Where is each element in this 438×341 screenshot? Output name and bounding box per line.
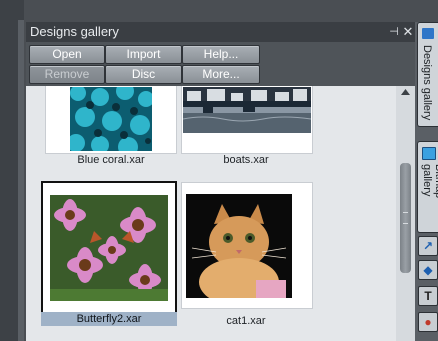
- more-button[interactable]: More...: [182, 65, 260, 84]
- gallery-item-butterfly2[interactable]: Butterfly2.xar: [39, 180, 179, 340]
- designs-gallery-icon: [422, 28, 434, 39]
- bitmap-gallery-icon: [422, 147, 436, 160]
- gallery-item-cat1[interactable]: cat1.xar: [179, 180, 319, 340]
- blend-tool-icon[interactable]: ↗: [418, 236, 438, 256]
- scroll-grip: [403, 212, 408, 224]
- thumbnail-frame: [181, 182, 313, 309]
- help-button[interactable]: Help...: [182, 45, 260, 64]
- item-caption: cat1.xar: [226, 315, 266, 327]
- gallery-item-boats[interactable]: boats.xar: [179, 86, 319, 170]
- butterfly-thumbnail: [50, 195, 168, 301]
- pin-icon[interactable]: ⊣: [388, 22, 400, 42]
- scroll-up-arrow-icon[interactable]: [400, 88, 411, 96]
- item-caption-selected: Butterfly2.xar: [41, 312, 177, 326]
- close-icon[interactable]: ✕: [402, 22, 414, 42]
- item-caption: Blue coral.xar: [77, 154, 145, 166]
- left-edge-border: [18, 20, 24, 341]
- left-edge-strip: [0, 0, 24, 341]
- tab-label: Designs gallery: [421, 45, 433, 121]
- color-icon[interactable]: ●: [418, 312, 438, 332]
- thumbnail-frame: [181, 86, 313, 154]
- gallery-item-blue-coral[interactable]: Blue coral.xar: [41, 86, 181, 170]
- thumbnail-frame-selected: [41, 181, 177, 314]
- boats-thumbnail: [183, 87, 311, 133]
- tab-designs-gallery[interactable]: Designs gallery: [417, 22, 438, 127]
- remove-button[interactable]: Remove: [29, 65, 105, 84]
- gallery-title: Designs gallery: [30, 24, 119, 39]
- disc-designs-button[interactable]: Disc designs...: [105, 65, 182, 98]
- tab-bitmap-gallery[interactable]: Bitmap gallery: [417, 141, 438, 233]
- blue-coral-thumbnail: [70, 87, 152, 151]
- text-tool-icon[interactable]: T: [418, 286, 438, 306]
- item-caption: boats.xar: [223, 154, 269, 166]
- import-button[interactable]: Import: [105, 45, 182, 64]
- gallery-titlebar: Designs gallery ⊣ ✕: [26, 22, 415, 42]
- gallery-items-panel: Blue coral.xar boats.xar Butterfly2.xar …: [26, 86, 396, 341]
- tab-label: Bitmap gallery: [421, 164, 438, 199]
- open-button[interactable]: Open: [29, 45, 105, 64]
- fill-tool-icon[interactable]: ◆: [418, 260, 438, 280]
- gallery-toolbar: Open Import Help... Remove Disc designs.…: [26, 42, 415, 98]
- thumbnail-frame: [45, 86, 177, 154]
- cat-thumbnail: [186, 194, 292, 298]
